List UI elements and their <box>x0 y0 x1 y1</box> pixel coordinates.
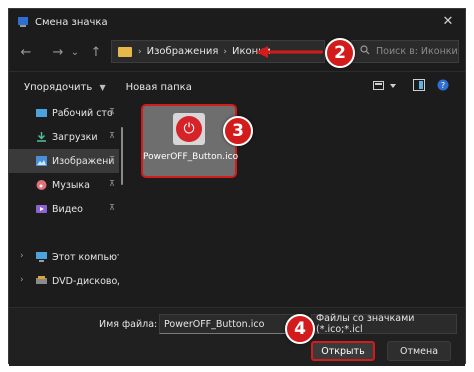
folder-icon <box>118 46 132 57</box>
breadcrumb-separator-icon: › <box>223 46 227 57</box>
title-bar: Смена значка ✕ <box>9 9 465 35</box>
forward-button[interactable]: → <box>47 41 69 63</box>
file-tile[interactable]: ⏻ PowerOFF_Button.ico <box>141 104 239 178</box>
filename-input[interactable]: PowerOFF_Button.ico <box>159 314 305 334</box>
view-icon <box>373 81 396 90</box>
music-icon <box>36 180 47 190</box>
file-list: ⏻ PowerOFF_Button.ico <box>127 101 457 311</box>
new-folder-button[interactable]: Новая папка <box>126 82 192 93</box>
sidebar-item-music[interactable]: Музыка ⊼ <box>9 173 119 197</box>
preview-pane-icon[interactable] <box>413 79 425 94</box>
sidebar-item-pictures[interactable]: Изображени ⊼ <box>9 149 119 173</box>
chevron-right-icon[interactable]: › <box>20 275 24 285</box>
computer-icon <box>36 252 47 262</box>
search-box[interactable]: Поиск в: Иконки <box>351 40 459 63</box>
step-callout-2: 2 <box>325 38 355 68</box>
chevron-right-icon[interactable]: › <box>20 251 24 261</box>
sidebar-item-label: Загрузки <box>52 131 98 143</box>
organize-button[interactable]: Упорядочить ▼ <box>24 82 106 93</box>
search-placeholder: Поиск в: Иконки <box>376 46 458 57</box>
dialog-footer: Имя файла: PowerOFF_Button.ico Файлы со … <box>9 307 465 366</box>
sidebar-item-downloads[interactable]: Загрузки ⊼ <box>9 125 119 149</box>
breadcrumb-pictures[interactable]: Изображения <box>147 46 219 57</box>
step-callout-3: 3 <box>223 116 253 146</box>
cancel-button[interactable]: Отмена <box>387 341 451 361</box>
power-icon: ⏻ <box>176 116 202 142</box>
filename-value: PowerOFF_Button.ico <box>164 318 265 330</box>
sidebar-item-dvd[interactable]: › DVD-дисковод <box>9 269 119 293</box>
breadcrumb-separator-icon: › <box>138 46 142 57</box>
navigation-pane: Рабочий сто ⊼ Загрузки ⊼ Изображени ⊼ Му… <box>9 101 119 311</box>
pin-icon: ⊼ <box>109 179 115 188</box>
sidebar-item-desktop[interactable]: Рабочий сто ⊼ <box>9 101 119 125</box>
filetype-value: Файлы со значками (*.ico;*.icl <box>316 313 415 335</box>
recent-locations-button[interactable]: ⌄ <box>69 41 81 63</box>
sidebar-item-label: Рабочий сто <box>52 107 113 119</box>
organize-label: Упорядочить <box>24 81 93 93</box>
pin-icon: ⊼ <box>109 155 115 164</box>
toolbar: Упорядочить ▼ Новая папка ? <box>9 75 465 99</box>
pin-icon: ⊼ <box>109 203 115 212</box>
annotation-arrow <box>256 46 323 58</box>
up-button[interactable]: ↑ <box>85 41 107 63</box>
file-name: PowerOFF_Button.ico <box>143 152 239 162</box>
sidebar-item-label: Музыка <box>52 179 90 191</box>
open-button[interactable]: Открыть <box>311 341 375 361</box>
filetype-select[interactable]: Файлы со значками (*.ico;*.icl <box>311 313 457 335</box>
pictures-icon <box>36 156 47 166</box>
sidebar-item-label: Изображени <box>52 155 115 167</box>
change-icon-dialog: Смена значка ✕ ← → ⌄ ↑ › Изображения › И… <box>8 8 466 366</box>
search-icon <box>360 45 370 58</box>
download-icon <box>36 132 47 142</box>
svg-text:?: ? <box>441 81 445 90</box>
sidebar-item-label: DVD-дисковод <box>52 275 119 287</box>
close-button[interactable]: ✕ <box>439 13 457 31</box>
sidebar-item-label: Видео <box>52 203 83 215</box>
video-icon <box>36 204 47 214</box>
desktop-icon <box>36 108 47 118</box>
help-icon[interactable]: ? <box>437 79 449 94</box>
sidebar-item-label: Этот компьюте <box>52 251 119 263</box>
navigation-bar: ← → ⌄ ↑ › Изображения › Иконки ⟳ Поиск в… <box>9 35 465 69</box>
window-title: Смена значка <box>35 16 108 28</box>
dvd-icon <box>36 276 47 286</box>
divider <box>9 71 465 72</box>
sidebar-scrollbar[interactable] <box>121 127 123 185</box>
sidebar-item-video[interactable]: Видео ⊼ <box>9 197 119 221</box>
filename-label: Имя файла: <box>99 319 158 330</box>
back-button[interactable]: ← <box>15 41 37 63</box>
pin-icon: ⊼ <box>109 131 115 140</box>
pin-icon: ⊼ <box>109 107 115 116</box>
file-thumbnail: ⏻ <box>173 113 205 145</box>
sidebar-item-this-pc[interactable]: › Этот компьюте <box>9 245 119 269</box>
window-icon <box>17 16 29 28</box>
step-callout-4: 4 <box>285 314 315 344</box>
chevron-down-icon: ▼ <box>99 82 106 92</box>
view-options-button[interactable] <box>373 80 399 95</box>
